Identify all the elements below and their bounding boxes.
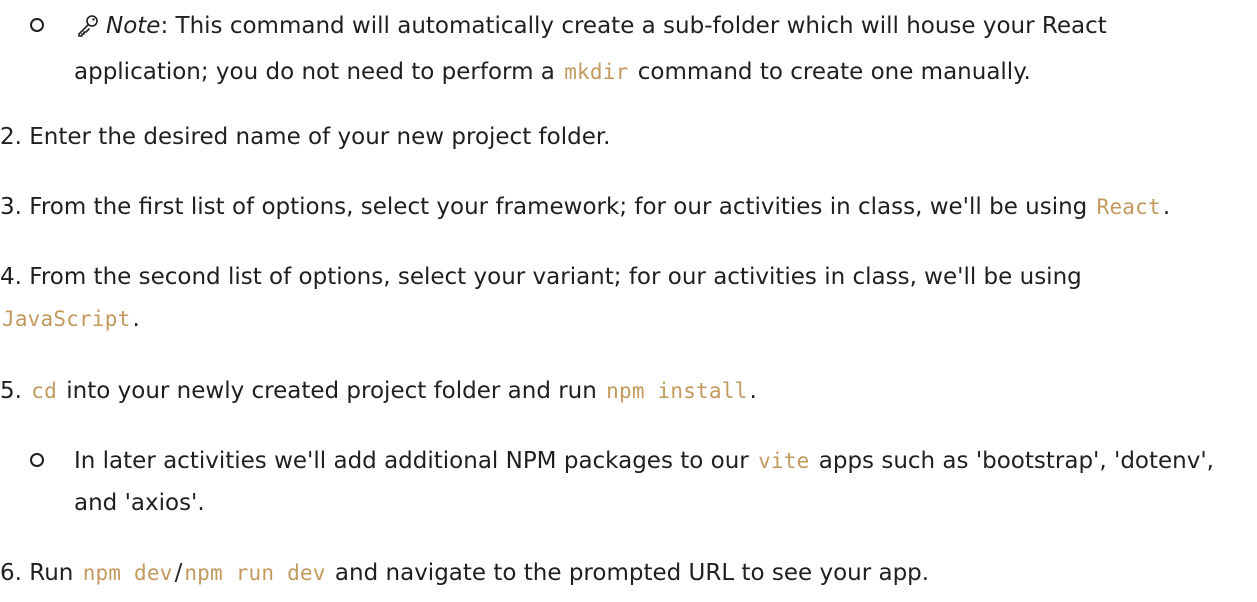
inline-code-javascript: JavaScript	[2, 307, 131, 331]
step-number: 3.	[0, 194, 22, 220]
step-text: into your newly created project folder a…	[58, 378, 605, 404]
step-number: 2.	[0, 124, 22, 150]
inline-code-mkdir: mkdir	[564, 60, 629, 84]
hollow-bullet-icon	[30, 453, 44, 467]
step-text: From the second list of options, select …	[21, 264, 1082, 290]
step-text-end: .	[1162, 194, 1171, 220]
list-item-step-5: 5. cd into your newly created project fo…	[0, 370, 1245, 412]
list-item-step-4: 4. From the second list of options, sele…	[0, 256, 1245, 340]
step-number: 6.	[0, 560, 22, 586]
list-item-step-6: 6. Run npm dev/npm run dev and navigate …	[0, 552, 1245, 594]
inline-code-vite: vite	[758, 449, 810, 473]
note-text-end: command to create one manually.	[630, 59, 1031, 85]
step-text-end: .	[749, 378, 757, 404]
list-item-step-2: 2. Enter the desired name of your new pr…	[0, 116, 1245, 158]
later-text: In later activities we'll add additional…	[74, 448, 757, 474]
document-page: Note: This command will automatically cr…	[0, 0, 1257, 602]
key-icon	[76, 9, 100, 51]
step-number: 5.	[0, 378, 22, 404]
note-label: Note	[106, 13, 161, 39]
step-text-end: .	[132, 306, 140, 332]
inline-code-cd: cd	[31, 379, 57, 403]
step-number: 4.	[0, 264, 22, 290]
list-item-later-activities: In later activities we'll add additional…	[30, 440, 1245, 524]
step-text: Run	[21, 560, 81, 586]
step-text: Enter the desired name of your new proje…	[21, 124, 611, 150]
step-text-end: and navigate to the prompted URL to see …	[327, 560, 930, 586]
list-item-note: Note: This command will automatically cr…	[30, 5, 1245, 93]
inline-code-npm-install: npm install	[606, 379, 748, 403]
step-text: From the first list of options, select y…	[21, 194, 1095, 220]
inline-code-react: React	[1096, 195, 1161, 219]
inline-code-npm-dev: npm dev	[82, 561, 173, 585]
list-item-step-3: 3. From the first list of options, selec…	[0, 186, 1245, 228]
hollow-bullet-icon	[30, 18, 44, 32]
inline-code-npm-run-dev: npm run dev	[184, 561, 326, 585]
